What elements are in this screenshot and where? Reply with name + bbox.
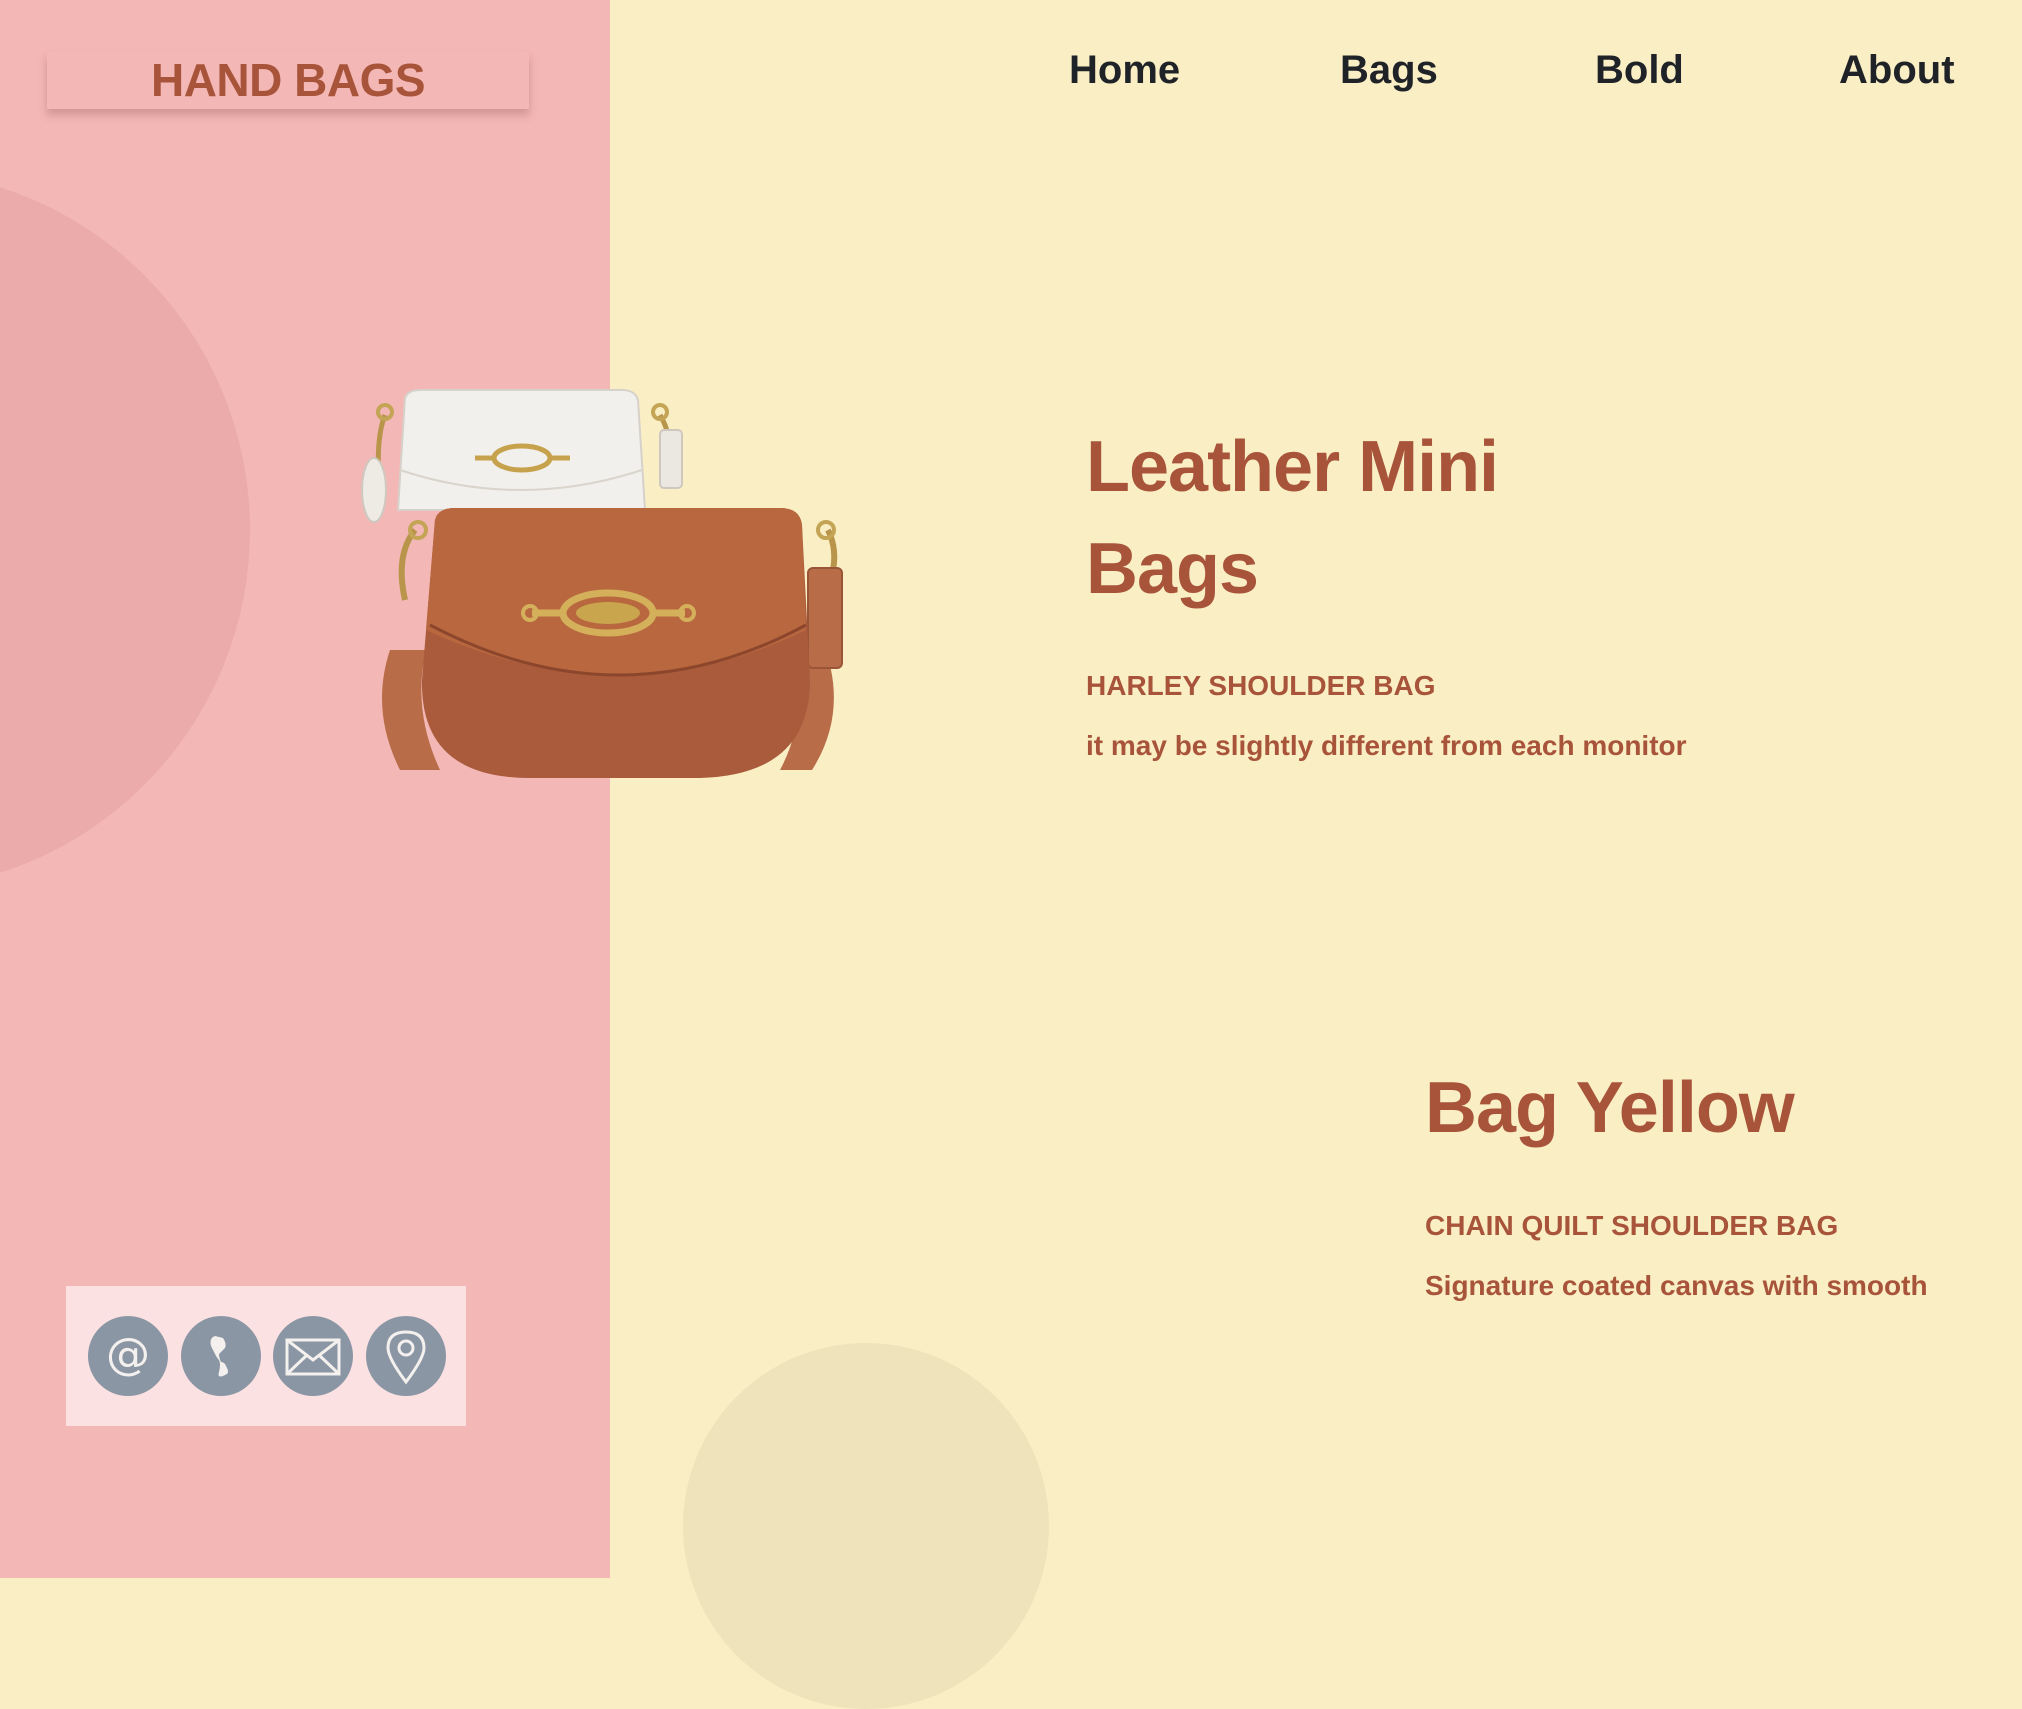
nav-bold[interactable]: Bold [1595,48,1684,104]
product-name: HARLEY SHOULDER BAG [1086,670,1436,701]
phone-icon[interactable] [181,1316,261,1396]
product-title: Bags [1086,529,1259,609]
product-name: CHAIN QUILT SHOULDER BAG [1425,1210,1839,1241]
product-description: Signature coated canvas with smooth [1425,1270,1928,1301]
nav-about[interactable]: About [1839,48,1955,104]
product-description: it may be slightly different from each m… [1086,730,1687,761]
product-image [361,389,843,778]
mail-icon[interactable] [273,1316,353,1396]
decorative-circle [683,1343,1049,1709]
at-sign-icon[interactable]: @ [88,1316,168,1396]
svg-text:@: @ [106,1329,150,1380]
nav-bags[interactable]: Bags [1340,48,1438,104]
location-pin-icon[interactable] [366,1316,446,1396]
product-title: Bag Yellow [1425,1068,1795,1148]
contact-icons-bar: @ [66,1286,466,1426]
logo[interactable]: HAND BAGS [47,51,529,109]
nav-home[interactable]: Home [1069,48,1180,104]
logo-text: HAND BAGS [150,54,426,106]
decorative-circle [0,170,250,890]
product-title: Leather Mini [1086,427,1499,507]
